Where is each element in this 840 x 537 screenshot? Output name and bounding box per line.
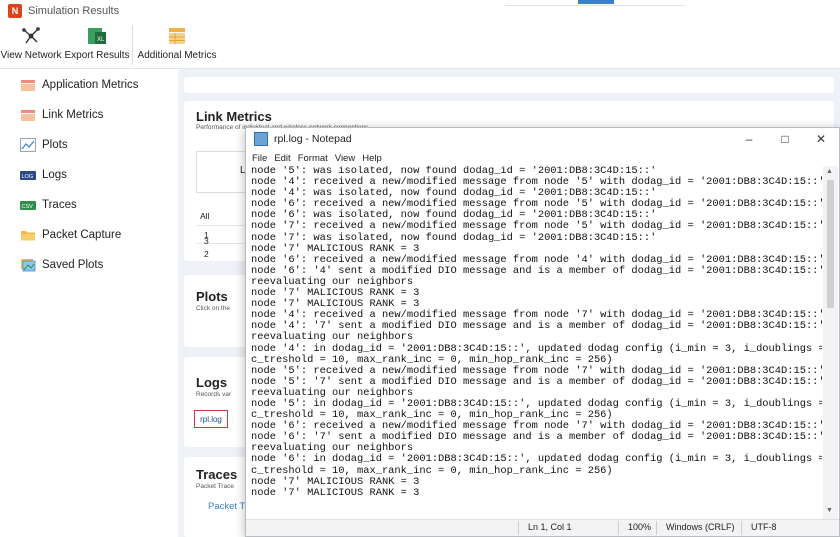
view-network-label: View Network xyxy=(0,50,62,61)
additional-metrics-label: Additional Metrics xyxy=(137,50,217,61)
log-line: node '7': was isolated, now found dodag_… xyxy=(251,231,657,244)
images-icon xyxy=(20,258,38,272)
packet-trace-link[interactable]: Packet Tr xyxy=(208,501,248,512)
svg-text:XL: XL xyxy=(97,37,105,43)
menu-view[interactable]: View xyxy=(335,153,355,164)
status-line-ending: Windows (CRLF) xyxy=(666,522,735,532)
notepad-window: rpl.log - Notepad – □ ✕ File Edit Format… xyxy=(245,127,840,537)
sidebar-item-label: Logs xyxy=(42,169,67,181)
menu-help[interactable]: Help xyxy=(362,153,382,164)
application-metrics-card xyxy=(184,77,834,93)
scroll-down-icon[interactable]: ▼ xyxy=(826,507,833,514)
ribbon-toolbar: View Network XL Export Results Additiona… xyxy=(0,22,840,69)
maximize-button[interactable]: □ xyxy=(767,128,803,150)
view-network-button[interactable]: View Network xyxy=(0,22,62,68)
sidebar-item-label: Packet Capture xyxy=(42,229,122,241)
table-row[interactable]: 2 xyxy=(204,249,209,259)
menu-file[interactable]: File xyxy=(252,153,267,164)
sidebar-item-logs[interactable]: LOG Logs xyxy=(0,163,178,187)
svg-text:LOG: LOG xyxy=(22,174,34,180)
sidebar-item-label: Plots xyxy=(42,139,68,151)
traces-subtitle: Packet Trace xyxy=(196,483,234,490)
vertical-scrollbar[interactable]: ▲ ▼ xyxy=(823,166,838,519)
table-row[interactable]: 3 xyxy=(204,236,209,246)
notepad-title-bar[interactable]: rpl.log - Notepad – □ ✕ xyxy=(246,128,839,150)
sidebar-item-label: Saved Plots xyxy=(42,259,104,271)
svg-text:CSV: CSV xyxy=(22,204,34,210)
sidebar-item-saved-plots[interactable]: Saved Plots xyxy=(0,253,178,277)
folder-icon xyxy=(20,228,38,242)
notepad-text-area[interactable]: node '5': was isolated, now found dodag_… xyxy=(250,166,822,519)
sidebar-item-label: Traces xyxy=(42,199,77,211)
title-divider xyxy=(505,5,685,6)
status-cursor-position: Ln 1, Col 1 xyxy=(528,522,572,532)
additional-metrics-button[interactable]: Additional Metrics xyxy=(133,22,221,68)
log-line: reevaluating our neighbors xyxy=(251,331,414,344)
notepad-title: rpl.log - Notepad xyxy=(274,133,352,145)
menu-edit[interactable]: Edit xyxy=(274,153,290,164)
export-results-button[interactable]: XL Export Results xyxy=(62,22,132,68)
notepad-icon xyxy=(254,132,268,146)
scrollbar-thumb[interactable] xyxy=(827,180,834,308)
status-zoom: 100% xyxy=(628,522,652,532)
log-line: c_treshold = 10, max_rank_inc = 0, min_h… xyxy=(251,464,613,477)
bar-chart-icon xyxy=(20,108,38,122)
sidebar-item-application-metrics[interactable]: Application Metrics xyxy=(0,73,178,97)
notepad-menu-bar: File Edit Format View Help xyxy=(246,150,839,166)
link-metrics-title: Link Metrics xyxy=(196,109,272,124)
plots-title: Plots xyxy=(196,289,228,304)
sidebar: Application Metrics Link Metrics Plots L… xyxy=(0,69,178,537)
bar-chart-icon xyxy=(20,78,38,92)
app-logo-icon: N xyxy=(8,4,22,18)
sidebar-item-packet-capture[interactable]: Packet Capture xyxy=(0,223,178,247)
status-encoding: UTF-8 xyxy=(751,522,777,532)
sidebar-item-label: Application Metrics xyxy=(42,79,139,91)
close-button[interactable]: ✕ xyxy=(803,128,839,150)
sidebar-item-traces[interactable]: CSV Traces xyxy=(0,193,178,217)
excel-export-icon: XL xyxy=(86,25,108,47)
plots-subtitle: Click on the xyxy=(196,305,230,312)
log-line: node '7' MALICIOUS RANK = 3 xyxy=(251,486,420,499)
logs-subtitle: Records var xyxy=(196,391,232,398)
sidebar-item-label: Link Metrics xyxy=(42,109,104,121)
log-line: node '4': in dodag_id = '2001:DB8:3C4D:1… xyxy=(251,342,822,355)
network-icon xyxy=(20,25,42,47)
line-chart-icon xyxy=(20,138,38,152)
rpl-log-button[interactable]: rpl.log xyxy=(194,410,228,428)
menu-format[interactable]: Format xyxy=(298,153,328,164)
title-accent-bar xyxy=(578,0,614,4)
app-title: Simulation Results xyxy=(28,5,120,17)
app-title-bar: N Simulation Results xyxy=(0,0,840,22)
log-line: node '7': received a new/modified messag… xyxy=(251,220,822,233)
log-line: node '6': in dodag_id = '2001:DB8:3C4D:1… xyxy=(251,453,822,466)
table-row[interactable]: All xyxy=(200,211,209,221)
log-badge-icon: LOG xyxy=(20,168,38,182)
sidebar-item-link-metrics[interactable]: Link Metrics xyxy=(0,103,178,127)
export-results-label: Export Results xyxy=(64,50,130,61)
sidebar-item-plots[interactable]: Plots xyxy=(0,133,178,157)
table-chart-icon xyxy=(166,25,188,47)
minimize-button[interactable]: – xyxy=(731,128,767,150)
csv-badge-icon: CSV xyxy=(20,198,38,212)
logs-title: Logs xyxy=(196,375,228,390)
traces-title: Traces xyxy=(196,467,238,482)
notepad-status-bar: Ln 1, Col 1 100% Windows (CRLF) UTF-8 xyxy=(246,519,839,536)
scroll-up-icon[interactable]: ▲ xyxy=(826,168,833,175)
